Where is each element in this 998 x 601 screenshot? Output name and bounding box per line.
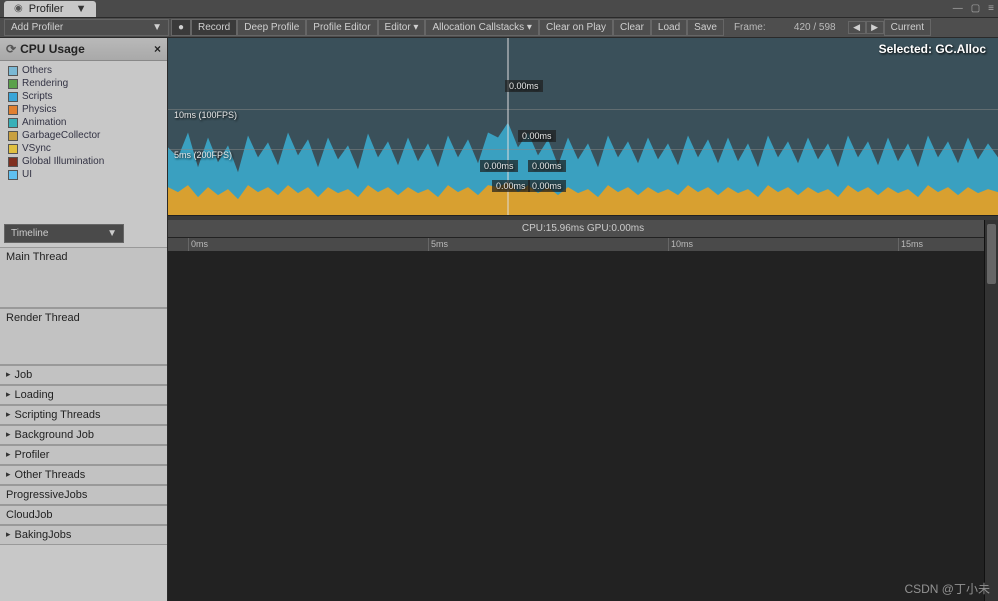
category-garbagecollector[interactable]: GarbageCollector xyxy=(8,130,159,141)
chevron-right-icon: ▸ xyxy=(6,389,11,400)
swatch-icon xyxy=(8,105,18,115)
thread-render[interactable]: Render Thread xyxy=(0,308,167,365)
minimize-icon[interactable]: — xyxy=(953,3,963,14)
allocation-callstacks-dropdown[interactable]: Allocation Callstacks ▾ xyxy=(425,19,539,36)
chevron-right-icon: ▸ xyxy=(6,529,11,540)
stats-bar: CPU:15.96ms GPU:0.00ms xyxy=(168,220,998,238)
window-menu-icon[interactable]: ≡ xyxy=(988,3,994,14)
category-rendering[interactable]: Rendering xyxy=(8,78,159,89)
category-vsync[interactable]: VSync xyxy=(8,143,159,154)
cpu-icon: ⟳ xyxy=(6,42,16,56)
save-button[interactable]: Save xyxy=(687,19,724,36)
timeline-select[interactable]: Timeline ▼ xyxy=(4,224,124,243)
thread-other[interactable]: ▸Other Threads xyxy=(0,465,167,485)
swatch-icon xyxy=(8,118,18,128)
gridline-label: 5ms (200FPS) xyxy=(174,150,232,160)
chart-marker: 0.00ms xyxy=(492,180,530,192)
clear-button[interactable]: Clear xyxy=(613,19,651,36)
ruler-tick: 15ms xyxy=(901,239,923,249)
swatch-icon xyxy=(8,131,18,141)
swatch-icon xyxy=(8,157,18,167)
next-frame-button[interactable]: ▶ xyxy=(866,21,884,34)
chevron-right-icon: ▸ xyxy=(6,409,11,420)
swatch-icon xyxy=(8,170,18,180)
category-animation[interactable]: Animation xyxy=(8,117,159,128)
category-physics[interactable]: Physics xyxy=(8,104,159,115)
chevron-right-icon: ▸ xyxy=(6,369,11,380)
chart-marker: 0.00ms xyxy=(528,180,566,192)
chart-marker: 0.00ms xyxy=(518,130,556,142)
tab-title: Profiler xyxy=(29,3,64,15)
close-module-icon[interactable]: × xyxy=(154,42,161,56)
add-profiler-dropdown[interactable]: Add Profiler▼ xyxy=(4,19,169,36)
pin-icon: ◉ xyxy=(14,3,23,14)
current-button[interactable]: Current xyxy=(884,19,931,36)
thread-profiler[interactable]: ▸Profiler xyxy=(0,445,167,465)
clear-on-play-button[interactable]: Clear on Play xyxy=(539,19,613,36)
ruler-tick: 5ms xyxy=(431,239,448,249)
deep-profile-button[interactable]: Deep Profile xyxy=(237,19,306,36)
sidebar: ⟳ CPU Usage × Others Rendering Scripts Phys… xyxy=(0,38,168,220)
category-list: Others Rendering Scripts Physics Animation Ga… xyxy=(0,61,167,184)
ruler-tick: 10ms xyxy=(671,239,693,249)
time-ruler[interactable]: 0ms 5ms 10ms 15ms xyxy=(168,238,998,252)
record-label[interactable]: Record xyxy=(191,19,237,36)
thread-progressive[interactable]: ProgressiveJobs xyxy=(0,485,167,505)
cpu-chart[interactable]: Selected: GC.Alloc 10ms (100FPS) 5ms (200… xyxy=(168,38,998,216)
thread-cloud[interactable]: CloudJob xyxy=(0,505,167,525)
selected-label: Selected: GC.Alloc xyxy=(879,42,986,56)
tab-dropdown-icon[interactable]: ▼ xyxy=(76,3,87,15)
watermark: CSDN @丁小未 xyxy=(904,580,990,597)
frame-value: 420 / 598 xyxy=(776,22,836,33)
timeline-view[interactable]: CPU:15.96ms GPU:0.00ms 0ms5ms10ms15ms Pl… xyxy=(168,220,998,601)
swatch-icon xyxy=(8,92,18,102)
category-others[interactable]: Others xyxy=(8,65,159,76)
ruler-tick: 0ms xyxy=(191,239,208,249)
swatch-icon xyxy=(8,79,18,89)
chart-marker: 0.00ms xyxy=(528,160,566,172)
chart-marker: 0.00ms xyxy=(480,160,518,172)
frame-label: Frame: xyxy=(724,22,776,33)
chart-marker: 0.00ms xyxy=(505,80,543,92)
thread-background[interactable]: ▸Background Job xyxy=(0,425,167,445)
swatch-icon xyxy=(8,144,18,154)
vertical-scrollbar[interactable] xyxy=(984,220,998,601)
chevron-right-icon: ▸ xyxy=(6,429,11,440)
swatch-icon xyxy=(8,66,18,76)
thread-sidebar: Timeline ▼ Main ThreadRender Thread▸Job▸… xyxy=(0,220,168,601)
prev-frame-button[interactable]: ◀ xyxy=(848,21,866,34)
scrollbar-thumb[interactable] xyxy=(987,224,996,284)
thread-scripting[interactable]: ▸Scripting Threads xyxy=(0,405,167,425)
chevron-right-icon: ▸ xyxy=(6,449,11,460)
load-button[interactable]: Load xyxy=(651,19,687,36)
thread-job[interactable]: ▸Job xyxy=(0,365,167,385)
cpu-usage-title: CPU Usage xyxy=(20,42,85,56)
record-button[interactable]: ● xyxy=(171,19,191,36)
category-scripts[interactable]: Scripts xyxy=(8,91,159,102)
chevron-right-icon: ▸ xyxy=(6,469,11,480)
title-bar: ◉ Profiler ▼ — ▢ ≡ xyxy=(0,0,998,18)
cpu-usage-module[interactable]: ⟳ CPU Usage × xyxy=(0,38,167,61)
gridline-label: 10ms (100FPS) xyxy=(174,110,237,120)
thread-loading[interactable]: ▸Loading xyxy=(0,385,167,405)
category-global-illumination[interactable]: Global Illumination xyxy=(8,156,159,167)
toolbar: Add Profiler▼ ● Record Deep Profile Prof… xyxy=(0,18,998,38)
profile-editor-button[interactable]: Profile Editor xyxy=(306,19,377,36)
thread-main[interactable]: Main Thread xyxy=(0,247,167,308)
editor-dropdown[interactable]: Editor ▾ xyxy=(378,19,426,36)
category-ui[interactable]: UI xyxy=(8,169,159,180)
profiler-tab[interactable]: ◉ Profiler ▼ xyxy=(4,1,96,17)
thread-baking[interactable]: ▸BakingJobs xyxy=(0,525,167,545)
maximize-icon[interactable]: ▢ xyxy=(971,3,980,14)
